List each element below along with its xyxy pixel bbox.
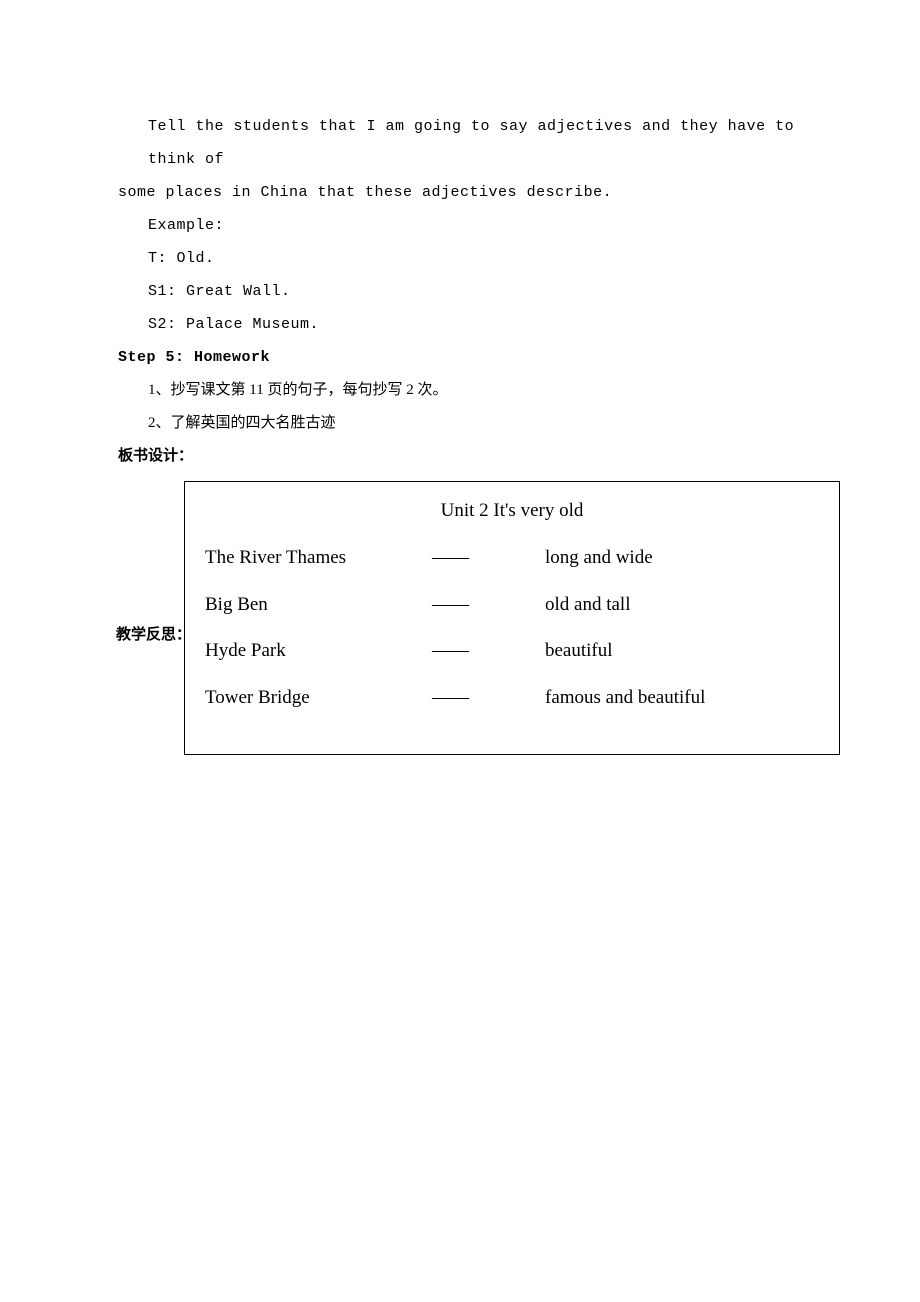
board-dash: —— [395,547,505,570]
board-box: Unit 2 It's very old The River Thames ——… [184,481,840,755]
board-row: Tower Bridge —— famous and beautiful [205,687,819,710]
board-left: Tower Bridge [205,687,395,710]
board-row: The River Thames —— long and wide [205,547,819,570]
board-dash: —— [395,687,505,710]
paragraph-line-2: some places in China that these adjectiv… [118,176,802,209]
example-label: Example: [118,209,802,242]
board-dash: —— [395,594,505,617]
step5-heading: Step 5: Homework [118,341,802,374]
board-row: Big Ben —— old and tall [205,594,819,617]
board-right: long and wide [505,547,819,570]
board-dash: —— [395,640,505,663]
board-row: Hyde Park —— beautiful [205,640,819,663]
document-page: Tell the students that I am going to say… [0,0,920,795]
board-right: beautiful [505,640,819,663]
teacher-line: T: Old. [118,242,802,275]
homework-item-1: 1、抄写课文第 11 页的句子，每句抄写 2 次。 [118,374,802,407]
student1-line: S1: Great Wall. [118,275,802,308]
student2-line: S2: Palace Museum. [118,308,802,341]
board-title: Unit 2 It's very old [205,500,819,523]
board-wrapper: 教学反思： Unit 2 It's very old The River Tha… [118,481,802,755]
board-left: Big Ben [205,594,395,617]
board-design-label: 板书设计： [118,440,802,473]
teaching-reflection-label: 教学反思： [116,619,191,652]
board-left: The River Thames [205,547,395,570]
board-left: Hyde Park [205,640,395,663]
board-right: famous and beautiful [505,687,819,710]
board-right: old and tall [505,594,819,617]
paragraph-line-1: Tell the students that I am going to say… [118,110,802,176]
homework-item-2: 2、了解英国的四大名胜古迹 [118,407,802,440]
